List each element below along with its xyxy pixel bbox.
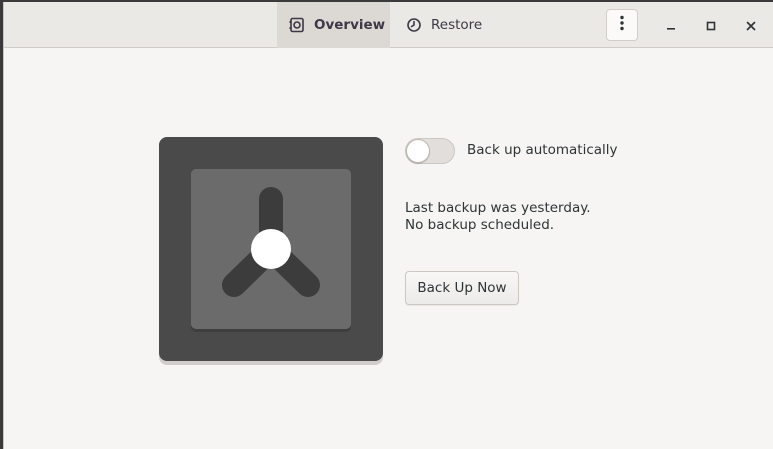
main-menu-button[interactable] bbox=[606, 9, 638, 41]
tab-overview-label: Overview bbox=[314, 17, 386, 33]
close-icon bbox=[746, 16, 756, 35]
schedule-text: No backup scheduled. bbox=[405, 217, 555, 233]
header-bar: Overview Restore bbox=[4, 2, 773, 48]
app-logo bbox=[159, 137, 383, 365]
back-up-now-button[interactable]: Back Up Now bbox=[405, 271, 519, 305]
auto-backup-label: Back up automatically bbox=[467, 142, 618, 158]
minimize-icon bbox=[666, 16, 676, 35]
close-button[interactable] bbox=[739, 13, 763, 37]
minimize-button[interactable] bbox=[659, 13, 683, 37]
tab-restore[interactable]: Restore bbox=[394, 2, 490, 48]
app-window: Overview Restore Back up automatically L… bbox=[3, 2, 773, 449]
tab-restore-label: Restore bbox=[431, 17, 483, 33]
clock-icon bbox=[406, 17, 422, 33]
last-backup-text: Last backup was yesterday. bbox=[405, 200, 591, 216]
switch-knob bbox=[406, 139, 430, 163]
overview-icon bbox=[289, 17, 305, 33]
backup-status: Last backup was yesterday. No backup sch… bbox=[405, 200, 591, 234]
maximize-button[interactable] bbox=[699, 13, 723, 37]
auto-backup-switch[interactable] bbox=[405, 138, 455, 164]
maximize-icon bbox=[706, 16, 716, 35]
tab-overview[interactable]: Overview bbox=[277, 2, 390, 48]
vertical-dots-icon bbox=[620, 15, 624, 35]
